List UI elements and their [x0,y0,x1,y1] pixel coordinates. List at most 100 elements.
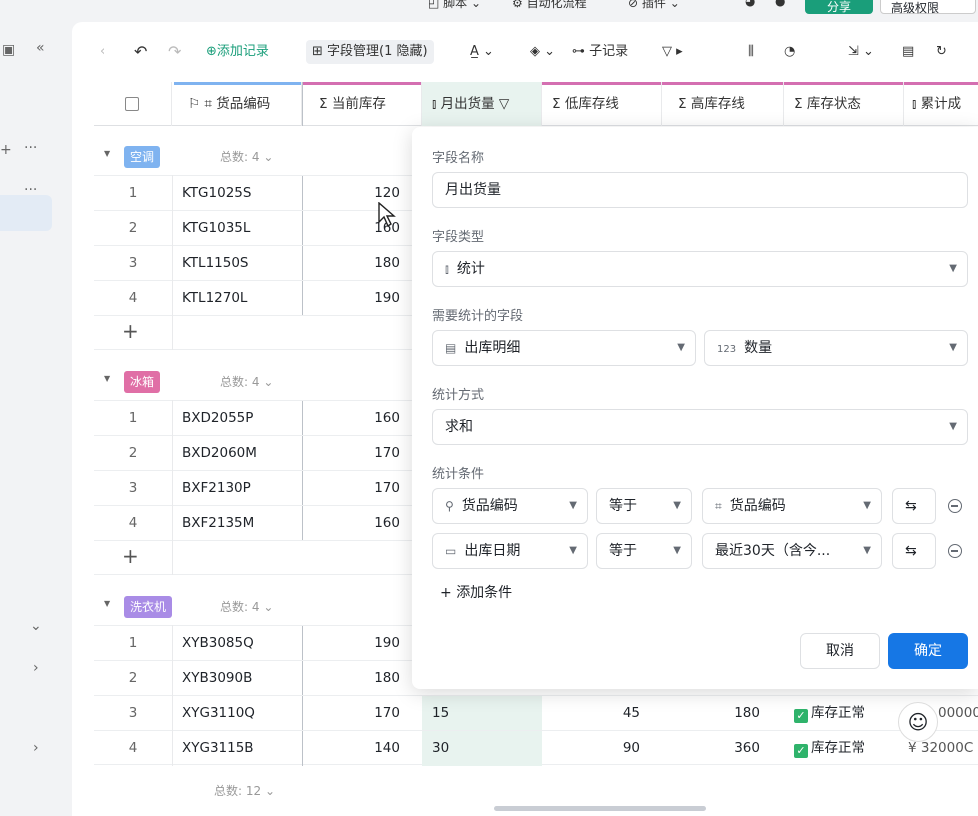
add-icon[interactable]: + [0,142,12,158]
header-code[interactable]: ⚐ ⌗ 货品编码 [172,82,302,126]
stock-cell[interactable]: 170 [302,696,422,731]
cond1-remove-icon[interactable] [948,499,962,513]
code-cell[interactable]: KTL1270L [182,281,302,316]
cancel-button[interactable]: 取消 [800,633,880,669]
header-status[interactable]: Σ 库存状态 [784,82,904,126]
high-stock-cell[interactable]: 180 [662,696,782,731]
text-color-button[interactable]: A̲ ⌄ [470,42,494,62]
user-avatar[interactable]: ● [775,0,785,8]
code-cell[interactable]: KTG1025S [182,176,302,211]
low-stock-cell[interactable]: 90 [542,731,662,766]
sidebar-item-selected[interactable] [0,195,52,231]
code-cell[interactable]: KTL1150S [182,246,302,281]
stock-cell[interactable]: 180 [302,246,422,281]
method-select[interactable]: 求和 ▼ [432,409,968,445]
sub-record-button[interactable]: ⊶ 子记录 [572,42,628,62]
monthly-out-cell[interactable]: 30 [422,731,542,766]
monthly-out-cell[interactable]: 15 [422,696,542,731]
stock-cell[interactable]: 160 [302,401,422,436]
code-cell[interactable]: BXF2135M [182,506,302,541]
automation-menu[interactable]: ⚙ 自动化流程 [512,0,587,11]
header-high[interactable]: Σ 高库存线 [662,82,784,126]
code-cell[interactable]: XYG3115B [182,731,302,766]
script-menu[interactable]: ◰ 脚本 ⌄ [428,0,481,11]
code-cell[interactable]: XYB3085Q [182,626,302,661]
top-bar: ◰ 脚本 ⌄ ⚙ 自动化流程 ⊘ 插件 ⌄ ◕ ● 分享 高级权限 [0,0,978,20]
advanced-permission-button[interactable]: 高级权限 [880,0,976,15]
status-cell[interactable]: ✓ 库存正常 [794,731,904,766]
stock-cell[interactable]: 170 [302,436,422,471]
collapse-triangle-icon[interactable]: ▼ [104,149,110,158]
redo-icon[interactable]: ↷ [168,42,181,62]
confirm-button[interactable]: 确定 [888,633,968,669]
cond2-remove-icon[interactable] [948,544,962,558]
more-icon[interactable]: ··· [24,140,37,156]
collapse-triangle-icon[interactable]: ▼ [104,599,110,608]
cond1-op-select[interactable]: 等于 ▼ [596,488,692,524]
export-button[interactable]: ⇲ ⌄ [848,42,874,62]
assistant-mascot-icon[interactable]: ☺ [898,702,938,742]
stock-cell[interactable]: 160 [302,506,422,541]
field-type-select[interactable]: ⫾ 统计 ▼ [432,251,968,287]
stat-field-select[interactable]: 123 数量 ▼ [704,330,968,366]
code-cell[interactable]: XYG3110Q [182,696,302,731]
more-icon-selected[interactable]: ··· [24,182,37,198]
cond2-op-select[interactable]: 等于 ▼ [596,533,692,569]
collapse-icon[interactable]: « [36,40,45,56]
add-row-icon[interactable]: + [122,544,139,568]
header-cumulative[interactable]: ⫾ 累计成 [904,82,978,126]
code-cell[interactable]: BXD2055P [182,401,302,436]
status-cell[interactable]: ✓ 库存正常 [794,696,904,731]
stock-cell[interactable]: 180 [302,661,422,696]
add-record-button[interactable]: ⊕添加记录 [206,42,269,62]
avatar[interactable]: ◕ [745,0,755,8]
row-number: 3 [128,705,138,721]
stock-cell[interactable]: 160 [302,211,422,246]
cond2-value-select[interactable]: 最近30天（含今... ▼ [702,533,882,569]
cond1-swap-button[interactable]: ⇆ [892,488,936,524]
collapse-triangle-icon[interactable]: ▼ [104,374,110,383]
code-cell[interactable]: BXD2060M [182,436,302,471]
table-row[interactable]: 3 XYG3110Q 170 15 45 180 ✓ 库存正常 00000 [94,695,978,731]
field-manage-button[interactable]: ⊞ 字段管理(1 隐藏) [306,40,434,64]
sidebar-toggle-icon[interactable]: ▣ [2,42,15,58]
cond1-field-select[interactable]: ⚲ 货品编码 ▼ [432,488,588,524]
code-cell[interactable]: BXF2130P [182,471,302,506]
filter-button[interactable]: ▽ ▸ [662,42,683,62]
table-row[interactable]: 4 XYG3115B 140 30 90 360 ✓ 库存正常 ¥ 32000C [94,730,978,766]
stock-cell[interactable]: 190 [302,281,422,316]
undo-icon[interactable]: ↶ [134,42,147,62]
horizontal-scrollbar[interactable] [494,806,706,811]
stock-cell[interactable]: 170 [302,471,422,506]
low-stock-cell[interactable]: 45 [542,696,662,731]
code-cell[interactable]: KTG1035L [182,211,302,246]
header-monthly-out[interactable]: ⫾ 月出货量 ▽ [422,82,542,126]
clipboard-icon[interactable]: ▤ [902,42,914,62]
nav-back-icon[interactable]: ‹ [100,42,105,62]
select-all-checkbox[interactable] [125,97,139,111]
chevron-right-icon[interactable]: › [33,660,39,676]
code-cell[interactable]: XYB3090B [182,661,302,696]
view-settings-icon[interactable]: ⫼ [748,42,754,62]
fill-color-button[interactable]: ◈ ⌄ [530,42,555,62]
field-name-input[interactable]: 月出货量 [432,172,968,208]
chevron-right-icon-2[interactable]: › [33,740,39,756]
header-stock[interactable]: Σ 当前库存 [302,82,422,126]
cond1-value-select[interactable]: ⌗ 货品编码 ▼ [702,488,882,524]
refresh-icon[interactable]: ↻ [936,42,947,62]
cond2-field-select[interactable]: ▭ 出库日期 ▼ [432,533,588,569]
stock-cell[interactable]: 120 [302,176,422,211]
add-row-icon[interactable]: + [122,319,139,343]
add-condition-button[interactable]: + 添加条件 [440,582,512,602]
header-low[interactable]: Σ 低库存线 [542,82,662,126]
stock-cell[interactable]: 190 [302,626,422,661]
link-icon: ⚲ [445,499,454,513]
chevron-down-icon[interactable]: ⌄ [30,618,42,634]
stat-table-select[interactable]: ▤ 出库明细 ▼ [432,330,696,366]
history-icon[interactable]: ◔ [784,42,795,62]
high-stock-cell[interactable]: 360 [662,731,782,766]
stock-cell[interactable]: 140 [302,731,422,766]
share-button[interactable]: 分享 [805,0,873,14]
cond2-swap-button[interactable]: ⇆ [892,533,936,569]
plugin-menu[interactable]: ⊘ 插件 ⌄ [628,0,680,11]
